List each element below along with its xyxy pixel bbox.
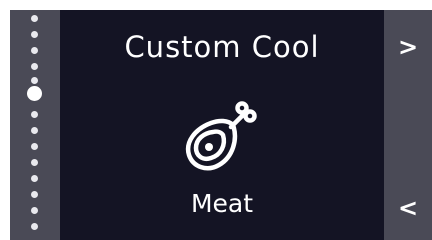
page-dot	[31, 63, 38, 70]
mode-panel[interactable]: Custom Cool Meat	[60, 10, 384, 240]
page-dot	[31, 111, 38, 118]
page-dot	[31, 175, 38, 182]
meat-drumstick-icon	[181, 95, 265, 179]
next-button[interactable]: >	[384, 27, 432, 67]
page-dot	[31, 207, 38, 214]
side-nav: > <	[384, 10, 432, 240]
page-dot	[31, 15, 38, 22]
page-dot	[31, 77, 38, 84]
page-dot	[31, 47, 38, 54]
page-dot	[31, 143, 38, 150]
page-dot	[31, 31, 38, 38]
page-indicator	[10, 10, 60, 240]
page-dot-active	[27, 86, 42, 101]
page-dot	[31, 159, 38, 166]
page-dot	[31, 191, 38, 198]
custom-cool-screen: Custom Cool Meat > <	[10, 10, 432, 240]
page-title: Custom Cool	[124, 30, 320, 64]
mode-label: Meat	[190, 189, 254, 218]
page-dot	[31, 223, 38, 230]
page-dot	[31, 127, 38, 134]
back-button[interactable]: <	[384, 188, 432, 228]
